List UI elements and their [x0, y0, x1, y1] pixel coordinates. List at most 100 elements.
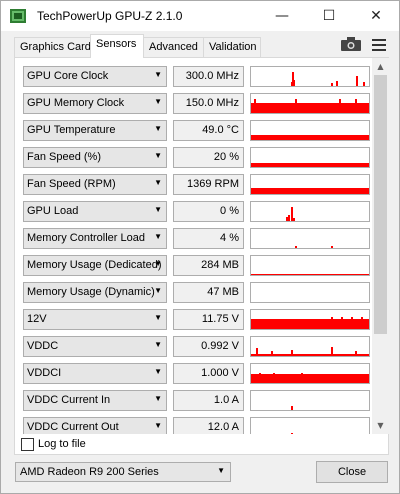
sensor-name-dropdown[interactable]: Memory Controller Load ▼ — [23, 228, 167, 249]
sensor-graph — [250, 93, 370, 114]
tab-validation[interactable]: Validation — [203, 37, 261, 57]
sensor-name-dropdown[interactable]: 12V ▼ — [23, 309, 167, 330]
sensor-name-dropdown[interactable]: Memory Usage (Dedicated) ▼ — [23, 255, 167, 276]
chevron-down-icon: ▼ — [154, 70, 162, 79]
sensor-name-label: GPU Memory Clock — [27, 97, 125, 109]
sensor-name-dropdown[interactable]: GPU Temperature ▼ — [23, 120, 167, 141]
chevron-down-icon: ▼ — [154, 340, 162, 349]
graph-spike — [356, 76, 358, 86]
sensor-value: 150.0 MHz — [173, 93, 244, 114]
sensor-name-label: GPU Load — [27, 205, 79, 217]
sensor-name-label: VDDC Current Out — [27, 421, 119, 433]
graph-spike — [288, 215, 290, 221]
tab-advanced[interactable]: Advanced — [143, 37, 204, 57]
sensor-name-label: GPU Temperature — [27, 124, 116, 136]
sensor-name-label: VDDCI — [27, 367, 62, 379]
chevron-down-icon: ▼ — [154, 124, 162, 133]
sensor-row: GPU Core Clock ▼ 300.0 MHz — [19, 66, 371, 89]
close-window-button[interactable]: ✕ — [353, 1, 399, 31]
maximize-button[interactable]: ☐ — [306, 1, 352, 31]
close-button[interactable]: Close — [316, 461, 388, 483]
graph-spike — [351, 317, 353, 329]
graph-spike — [336, 81, 338, 86]
graph-spike — [295, 246, 297, 248]
sensor-row: VDDC ▼ 0.992 V — [19, 336, 371, 359]
camera-icon[interactable] — [340, 36, 362, 52]
sensor-name-label: VDDC — [27, 340, 59, 352]
graph-spike — [256, 348, 258, 356]
sensor-name-dropdown[interactable]: Fan Speed (%) ▼ — [23, 147, 167, 168]
tab-graphics-card[interactable]: Graphics Card — [14, 37, 91, 57]
tab-strip: Graphics Card Sensors Advanced Validatio… — [1, 31, 399, 58]
sensor-row: 12V ▼ 11.75 V — [19, 309, 371, 332]
graph-spike — [355, 99, 357, 113]
sensor-value: 1.0 A — [173, 390, 244, 411]
sensor-name-dropdown[interactable]: Fan Speed (RPM) ▼ — [23, 174, 167, 195]
chevron-down-icon: ▼ — [154, 286, 162, 295]
gpuz-window: TechPowerUp GPU-Z 2.1.0 — ☐ ✕ Graphics C… — [0, 0, 400, 494]
sensor-graph — [250, 66, 370, 87]
chevron-down-icon: ▼ — [154, 421, 162, 430]
sensor-name-label: VDDC Current In — [27, 394, 111, 406]
scroll-down-icon[interactable]: ▼ — [372, 417, 389, 434]
sensor-name-dropdown[interactable]: VDDC ▼ — [23, 336, 167, 357]
sensor-row: VDDCI ▼ 1.000 V — [19, 363, 371, 386]
log-to-file-label: Log to file — [38, 438, 86, 450]
sensor-row: VDDC Current In ▼ 1.0 A — [19, 390, 371, 413]
tab-sensors[interactable]: Sensors — [90, 34, 144, 58]
log-to-file-checkbox[interactable] — [21, 438, 34, 451]
sensor-name-dropdown[interactable]: VDDC Current Out ▼ — [23, 417, 167, 434]
gpu-select-dropdown[interactable]: AMD Radeon R9 200 Series ▼ — [15, 462, 231, 482]
hamburger-menu-icon[interactable] — [372, 39, 386, 51]
sensor-name-label: 12V — [27, 313, 47, 325]
graph-spike — [331, 347, 333, 356]
chevron-down-icon: ▼ — [154, 151, 162, 160]
gpu-select-value: AMD Radeon R9 200 Series — [20, 466, 159, 478]
sensor-name-dropdown[interactable]: GPU Memory Clock ▼ — [23, 93, 167, 114]
chevron-down-icon: ▼ — [154, 394, 162, 403]
graph-fill — [251, 374, 369, 383]
chevron-down-icon: ▼ — [154, 367, 162, 376]
sensor-name-label: Memory Usage (Dynamic) — [27, 286, 155, 298]
sensor-graph — [250, 147, 370, 168]
sensor-row: GPU Memory Clock ▼ 150.0 MHz — [19, 93, 371, 116]
sensors-panel: GPU Core Clock ▼ 300.0 MHz GPU Memory Clock… — [14, 57, 389, 455]
graph-spike — [361, 317, 363, 329]
sensor-name-label: GPU Core Clock — [27, 70, 109, 82]
graph-spike — [273, 373, 275, 383]
sensor-graph — [250, 336, 370, 357]
graph-fill — [251, 188, 369, 194]
sensor-value: 0 % — [173, 201, 244, 222]
sensor-value: 0.992 V — [173, 336, 244, 357]
chevron-down-icon: ▼ — [154, 232, 162, 241]
graph-spike — [291, 207, 293, 221]
sensor-list: GPU Core Clock ▼ 300.0 MHz GPU Memory Clock… — [19, 62, 371, 434]
graph-spike — [295, 99, 297, 113]
sensor-value: 49.0 °C — [173, 120, 244, 141]
chevron-down-icon: ▼ — [154, 205, 162, 214]
graph-spike — [341, 317, 343, 329]
sensor-value: 1.000 V — [173, 363, 244, 384]
sensor-name-dropdown[interactable]: VDDCI ▼ — [23, 363, 167, 384]
sensor-graph — [250, 390, 370, 411]
graph-fill — [251, 163, 369, 167]
sensor-name-dropdown[interactable]: GPU Load ▼ — [23, 201, 167, 222]
sensor-row: Memory Usage (Dynamic) ▼ 47 MB — [19, 282, 371, 305]
sensor-value: 11.75 V — [173, 309, 244, 330]
minimize-button[interactable]: — — [259, 1, 305, 31]
graph-spike — [331, 317, 333, 329]
sensor-name-dropdown[interactable]: VDDC Current In ▼ — [23, 390, 167, 411]
graph-fill — [251, 274, 369, 275]
scroll-up-icon[interactable]: ▲ — [372, 58, 389, 75]
graph-spike — [291, 350, 293, 356]
vertical-scrollbar[interactable]: ▲ ▼ — [372, 58, 389, 434]
window-title: TechPowerUp GPU-Z 2.1.0 — [37, 9, 183, 23]
chevron-down-icon: ▼ — [154, 97, 162, 106]
sensor-row: Memory Controller Load ▼ 4 % — [19, 228, 371, 251]
scrollbar-thumb[interactable] — [374, 75, 387, 334]
sensor-name-dropdown[interactable]: GPU Core Clock ▼ — [23, 66, 167, 87]
graph-spike — [355, 351, 357, 356]
sensor-graph — [250, 255, 370, 276]
chevron-down-icon: ▼ — [154, 259, 162, 268]
sensor-name-dropdown[interactable]: Memory Usage (Dynamic) ▼ — [23, 282, 167, 303]
